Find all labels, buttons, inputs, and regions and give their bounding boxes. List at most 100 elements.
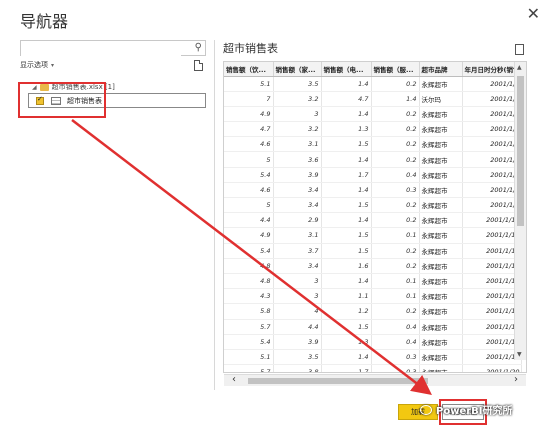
table-cell: 2001/1/19 [462,349,523,366]
table-cell: 2001/1/3 [462,106,523,123]
table-cell: 2001/1/8 [462,182,523,199]
refresh-page-icon[interactable] [194,60,203,71]
table-cell: 0.2 [371,106,420,123]
search-box[interactable]: ⚲ [20,40,206,61]
table-cell: 2.9 [273,212,322,229]
table-cell: 2001/1/1 [462,76,523,92]
vertical-scrollbar[interactable]: ▲ ▼ [514,62,526,360]
table-cell: 3.6 [273,151,322,168]
table-cell: 永辉超市 [419,243,463,259]
column-header[interactable]: 销售额（电... [321,62,372,77]
table-cell: 0.4 [371,167,420,183]
table-cell: 0.4 [371,319,420,335]
table-cell: 5.4 [224,167,274,183]
table-cell: 0.2 [371,243,420,259]
table-checkbox[interactable] [36,95,44,105]
table-cell: 3 [273,106,322,123]
expand-arrow-icon[interactable]: ◢ [32,84,37,91]
table-cell: 1.4 [321,273,372,290]
tree-table-node[interactable]: 超市销售表 [28,93,206,108]
vertical-scroll-thumb[interactable] [517,76,524,226]
column-header[interactable]: 销售额（服... [371,62,420,77]
table-row: 5.73.81.70.3永辉超市2001/1/20 [224,364,523,372]
table-cell: 7 [224,91,274,107]
table-icon [51,96,61,105]
scroll-up-icon[interactable]: ▲ [517,64,522,71]
table-cell: 1.4 [321,182,372,199]
table-cell: 4.8 [224,258,274,274]
table-cell: 0.2 [371,212,420,229]
table-cell: 3.4 [273,197,322,214]
table-cell: 永辉超市 [419,182,463,199]
table-row: 4.6 3.1 1.5 0.2 永辉超市 2001/1/5 [224,136,523,153]
folder-icon [39,83,49,91]
table-row: 4.8 3.4 1.6 0.2 永辉超市 2001/1/13 [224,258,523,274]
table-cell: 5.4 [224,243,274,259]
preview-grid[interactable]: 销售额（饮... 销售额（家... 销售额（电... 销售额（服... 超市品牌… [223,61,527,373]
table-cell: 永辉超市 [419,258,463,274]
table-cell: 2001/1/20 [462,364,523,372]
column-header[interactable]: 销售额（饮... [224,62,274,77]
table-cell: 3.4 [273,182,322,199]
table-row: 4.9 3 1.4 0.2 永辉超市 2001/1/3 [224,106,523,123]
scroll-down-icon[interactable]: ▼ [517,351,522,358]
table-cell: 2001/1/14 [462,273,523,290]
table-cell: 0.2 [371,136,420,153]
table-cell: 5.8 [224,303,274,320]
table-row: 5 3.4 1.5 0.2 永辉超市 2001/1/9 [224,197,523,214]
table-cell: 永辉超市 [419,303,463,320]
table-cell: 4 [273,303,322,320]
table-cell: 1.7 [321,364,372,372]
header-row: 销售额（饮... 销售额（家... 销售额（电... 销售额（服... 超市品牌… [224,62,523,77]
table-cell: 永辉超市 [419,151,463,168]
table-cell: 永辉超市 [419,212,463,229]
scroll-left-icon[interactable]: ‹ [232,374,236,385]
column-header[interactable]: 超市品牌 [419,62,463,77]
table-cell: 2001/1/18 [462,334,523,350]
close-icon[interactable]: ✕ [527,4,540,23]
table-cell: 3 [273,288,322,305]
watermark-text: PowerBI研究所 [436,406,513,417]
display-options-dropdown[interactable]: 显示选项 ▾ [20,60,54,70]
search-input[interactable] [21,46,181,61]
preview-table: 销售额（饮... 销售额（家... 销售额（电... 销售额（服... 超市品牌… [224,62,523,372]
table-cell: 3.9 [273,167,322,183]
table-cell: 3.2 [273,121,322,138]
table-cell: 5.4 [224,334,274,350]
table-cell: 3.5 [273,349,322,366]
table-cell: 4.7 [224,121,274,138]
table-cell: 1.4 [321,212,372,229]
table-cell: 永辉超市 [419,273,463,290]
table-row: 5 3.6 1.4 0.2 永辉超市 2001/1/6 [224,151,523,168]
scroll-right-icon[interactable]: › [514,374,518,385]
table-cell: 4.9 [224,106,274,123]
column-header[interactable]: 销售额（家... [273,62,322,77]
table-cell: 永辉超市 [419,121,463,138]
window-title: 导航器 [20,12,69,31]
table-cell: 2001/1/4 [462,121,523,138]
preview-page-icon[interactable] [515,44,524,55]
table-cell: 3.4 [273,258,322,274]
table-cell: 永辉超市 [419,364,463,372]
table-cell: 永辉超市 [419,167,463,183]
table-cell: 0.1 [371,273,420,290]
table-cell: 2001/1/17 [462,319,523,335]
horizontal-scroll-thumb[interactable] [248,378,428,384]
table-cell: 永辉超市 [419,288,463,305]
table-cell: 永辉超市 [419,76,463,92]
tree-file-node[interactable]: ◢ 超市销售表.xlsx [1] [32,82,115,92]
horizontal-scrollbar[interactable]: ‹ › [224,374,526,386]
table-cell: 2001/1/15 [462,288,523,305]
table-cell: 1.5 [321,227,372,244]
table-cell: 0.3 [371,364,420,372]
table-cell: 5.1 [224,349,274,366]
search-icon[interactable]: ⚲ [195,42,202,53]
table-cell: 4.6 [224,136,274,153]
column-header[interactable]: 年月日时分秒(销售 [462,62,523,77]
table-cell: 4.3 [224,288,274,305]
table-cell: 0.2 [371,121,420,138]
table-row: 5.7 4.4 1.5 0.4 永辉超市 2001/1/17 [224,319,523,335]
table-cell: 4.8 [224,273,274,290]
panel-divider[interactable] [214,40,215,390]
table-row: 4.9 3.1 1.5 0.1 永辉超市 2001/1/11 [224,227,523,244]
